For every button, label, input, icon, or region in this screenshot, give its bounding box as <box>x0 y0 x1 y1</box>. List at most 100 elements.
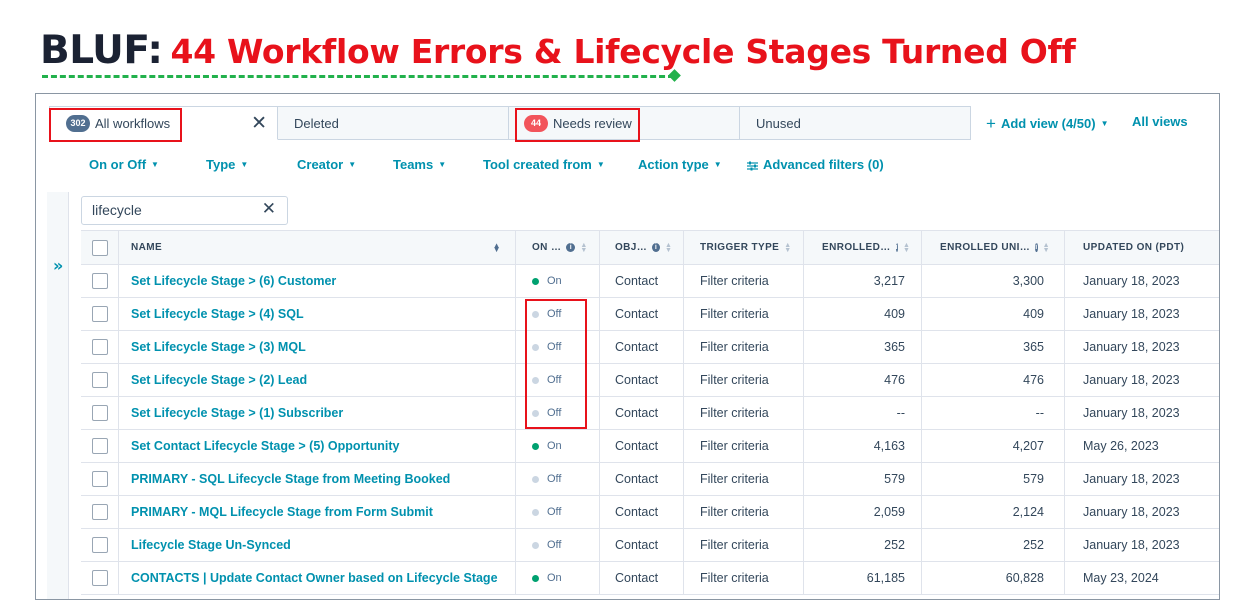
workflow-name-link[interactable]: Set Lifecycle Stage > (4) SQL <box>119 298 516 330</box>
sidebar-collapsed <box>47 192 68 599</box>
tab-label: Deleted <box>294 115 339 131</box>
info-icon[interactable]: i <box>1035 243 1038 252</box>
column-label: NAME <box>131 242 163 253</box>
sort-icon[interactable]: ▲ ▼ <box>903 242 910 254</box>
all-views-link[interactable]: All views <box>1132 114 1188 129</box>
filter-teams[interactable]: Teams ▼ <box>393 157 446 172</box>
enrolled-unique-cell: -- <box>922 397 1065 429</box>
expand-sidebar-icon[interactable]: » <box>53 256 63 275</box>
row-checkbox[interactable] <box>91 471 108 487</box>
table-row[interactable]: PRIMARY - MQL Lifecycle Stage from Form … <box>81 496 1219 529</box>
highlight-box-off-status <box>525 299 587 429</box>
enrolled-cell: 252 <box>804 529 922 561</box>
filter-tool-created-from[interactable]: Tool created from ▼ <box>483 157 605 172</box>
workflow-name-link[interactable]: Set Lifecycle Stage > (2) Lead <box>119 364 516 396</box>
workflow-name-link[interactable]: Set Lifecycle Stage > (1) Subscriber <box>119 397 516 429</box>
row-checkbox[interactable] <box>91 273 108 289</box>
workflow-name-link[interactable]: PRIMARY - SQL Lifecycle Stage from Meeti… <box>119 463 516 495</box>
filter-action-type[interactable]: Action type ▼ <box>638 157 722 172</box>
tab-deleted[interactable]: Deleted <box>278 106 509 140</box>
column-header-enrolled[interactable]: ENROLLED… i ▲ ▼ <box>804 231 922 264</box>
filter-type[interactable]: Type ▼ <box>206 157 248 172</box>
row-checkbox[interactable] <box>91 537 108 553</box>
clear-search-icon[interactable]: ✕ <box>262 196 276 223</box>
column-header-trigger-type[interactable]: TRIGGER TYPE ▲ ▼ <box>684 231 804 264</box>
row-checkbox-cell[interactable] <box>81 496 119 528</box>
row-checkbox[interactable] <box>91 438 108 454</box>
table-row[interactable]: Set Lifecycle Stage > (1) Subscriber Off… <box>81 397 1219 430</box>
filter-label: Action type <box>638 157 709 172</box>
row-checkbox[interactable] <box>91 504 108 520</box>
row-checkbox-cell[interactable] <box>81 562 119 594</box>
row-checkbox[interactable] <box>91 372 108 388</box>
workflow-name-link[interactable]: PRIMARY - MQL Lifecycle Stage from Form … <box>119 496 516 528</box>
row-checkbox[interactable] <box>91 339 108 355</box>
divider <box>68 192 69 599</box>
sort-icon[interactable]: ▲ ▼ <box>665 242 672 254</box>
close-icon[interactable]: ✕ <box>251 112 267 134</box>
workflow-name-link[interactable]: Lifecycle Stage Un-Synced <box>119 529 516 561</box>
enrolled-cell: 476 <box>804 364 922 396</box>
table-row[interactable]: Set Lifecycle Stage > (3) MQL Off Contac… <box>81 331 1219 364</box>
info-icon[interactable]: i <box>566 243 576 252</box>
trigger-cell: Filter criteria <box>684 562 804 594</box>
table-row[interactable]: Set Lifecycle Stage > (2) Lead Off Conta… <box>81 364 1219 397</box>
column-label: UPDATED ON (PDT) <box>1083 242 1185 253</box>
status-text: Off <box>547 539 562 551</box>
column-header-updated-on[interactable]: UPDATED ON (PDT) <box>1065 231 1219 264</box>
sort-icon[interactable]: ▲ ▼ <box>784 242 791 254</box>
enrolled-unique-cell: 252 <box>922 529 1065 561</box>
column-header-name[interactable]: NAME ▲ ▼ <box>119 231 516 264</box>
table-row[interactable]: CONTACTS | Update Contact Owner based on… <box>81 562 1219 595</box>
table-row[interactable]: Set Lifecycle Stage > (6) Customer On Co… <box>81 265 1219 298</box>
enrolled-cell: -- <box>804 397 922 429</box>
column-header-enrolled-unique[interactable]: ENROLLED UNI… i ▲ ▼ <box>922 231 1065 264</box>
tab-unused[interactable]: Unused <box>740 106 971 140</box>
table-row[interactable]: Lifecycle Stage Un-Synced Off Contact Fi… <box>81 529 1219 562</box>
row-checkbox-cell[interactable] <box>81 463 119 495</box>
enrolled-cell: 61,185 <box>804 562 922 594</box>
row-checkbox-cell[interactable] <box>81 397 119 429</box>
filter-creator[interactable]: Creator ▼ <box>297 157 356 172</box>
advanced-filters-label: Advanced filters (0) <box>763 157 884 172</box>
row-checkbox-cell[interactable] <box>81 331 119 363</box>
workflow-name-link[interactable]: Set Lifecycle Stage > (3) MQL <box>119 331 516 363</box>
workflow-name-link[interactable]: Set Contact Lifecycle Stage > (5) Opport… <box>119 430 516 462</box>
row-checkbox[interactable] <box>91 306 108 322</box>
sort-icon[interactable]: ▲ ▼ <box>1043 242 1050 254</box>
filter-bar: On or Off ▼ Type ▼ Creator ▼ Teams ▼ Tool cr… <box>36 157 1219 177</box>
info-icon[interactable]: i <box>652 243 660 252</box>
table-row[interactable]: Set Contact Lifecycle Stage > (5) Opport… <box>81 430 1219 463</box>
status-text: On <box>547 572 562 584</box>
search-input[interactable]: lifecycle ✕ <box>81 196 288 225</box>
advanced-filters-button[interactable]: Advanced filters (0) <box>747 157 884 172</box>
caret-down-icon: ▼ <box>596 160 605 169</box>
sort-icon[interactable]: ▲ ▼ <box>580 242 587 254</box>
add-view-button[interactable]: + Add view (4/50) ▼ <box>986 113 1109 133</box>
row-checkbox[interactable] <box>91 570 108 586</box>
trigger-cell: Filter criteria <box>684 496 804 528</box>
workflow-name-link[interactable]: Set Lifecycle Stage > (6) Customer <box>119 265 516 297</box>
row-checkbox-cell[interactable] <box>81 265 119 297</box>
enrolled-unique-cell: 365 <box>922 331 1065 363</box>
enrolled-cell: 365 <box>804 331 922 363</box>
object-cell: Contact <box>600 463 684 495</box>
select-all-checkbox[interactable] <box>91 239 108 256</box>
row-checkbox-cell[interactable] <box>81 364 119 396</box>
row-checkbox-cell[interactable] <box>81 430 119 462</box>
column-header-object[interactable]: OBJ… i ▲ ▼ <box>600 231 684 264</box>
column-header-on[interactable]: ON … i ▲ ▼ <box>516 231 600 264</box>
row-checkbox[interactable] <box>91 405 108 421</box>
filter-on-or-off[interactable]: On or Off ▼ <box>89 157 159 172</box>
sort-icon[interactable]: ▲ ▼ <box>493 242 501 254</box>
workflow-name-link[interactable]: CONTACTS | Update Contact Owner based on… <box>119 562 516 594</box>
header-select-all[interactable] <box>81 231 119 264</box>
info-icon[interactable]: i <box>895 243 898 252</box>
row-checkbox-cell[interactable] <box>81 298 119 330</box>
enrolled-unique-cell: 3,300 <box>922 265 1065 297</box>
trigger-cell: Filter criteria <box>684 331 804 363</box>
row-checkbox-cell[interactable] <box>81 529 119 561</box>
table-row[interactable]: Set Lifecycle Stage > (4) SQL Off Contac… <box>81 298 1219 331</box>
status-cell: Off <box>516 496 600 528</box>
table-row[interactable]: PRIMARY - SQL Lifecycle Stage from Meeti… <box>81 463 1219 496</box>
